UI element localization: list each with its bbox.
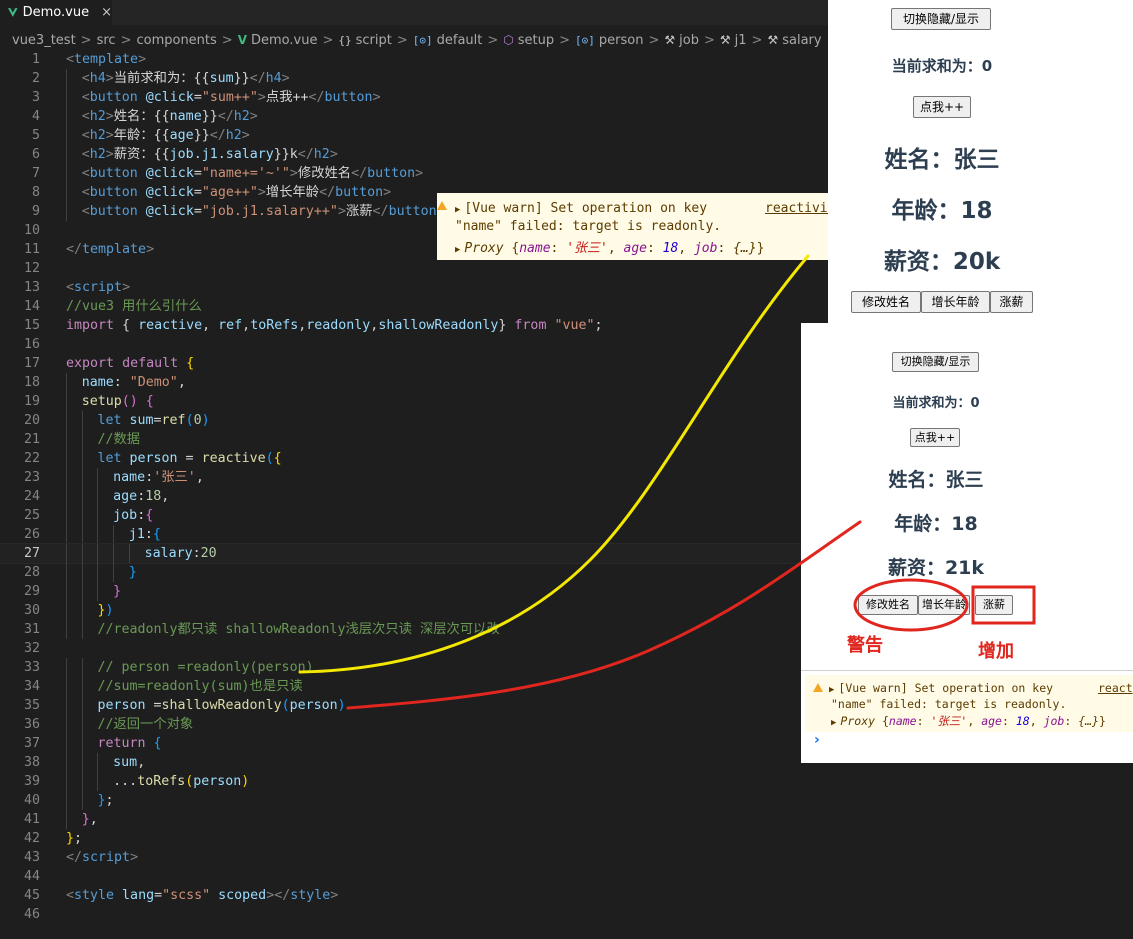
red-arrow-stroke	[346, 520, 862, 710]
increase-box	[971, 585, 1036, 625]
annotation-strokes	[298, 254, 1036, 710]
warn-ellipse	[853, 578, 969, 632]
